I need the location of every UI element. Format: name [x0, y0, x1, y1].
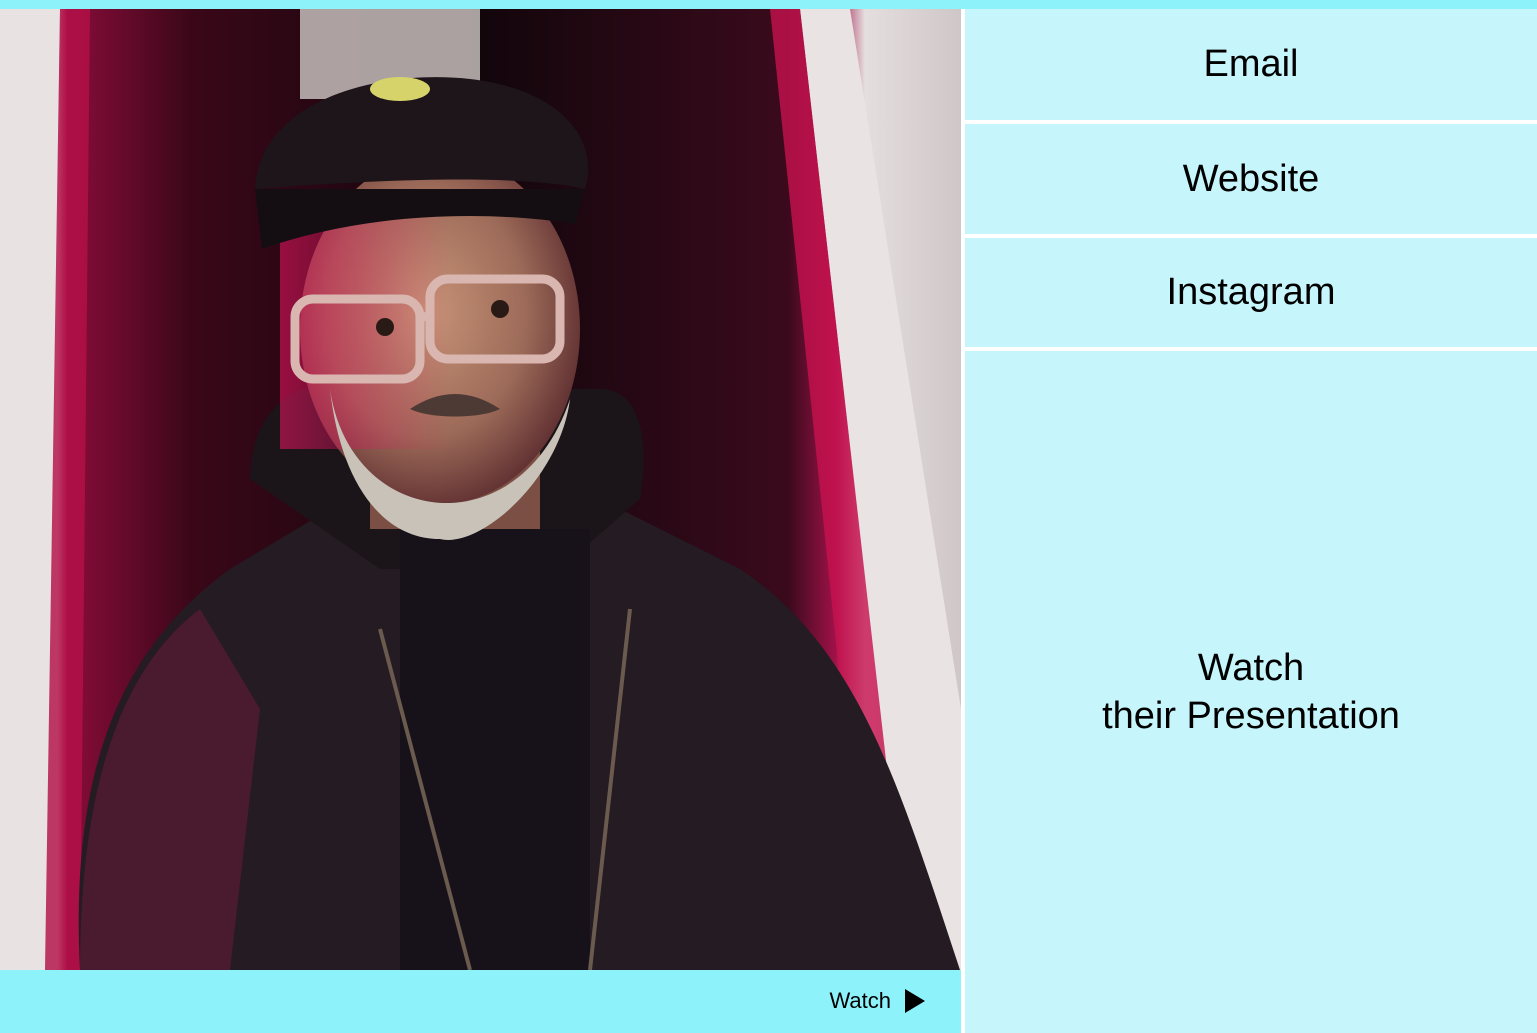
speaker-photo	[0, 9, 961, 970]
watch-presentation-link[interactable]: Watch their Presentation	[965, 351, 1537, 1033]
email-link[interactable]: Email	[965, 9, 1537, 120]
email-label: Email	[1203, 43, 1299, 85]
watch-button[interactable]: Watch	[829, 988, 925, 1014]
instagram-label: Instagram	[1166, 271, 1336, 313]
top-accent-bar	[0, 0, 1537, 9]
watch-label: Watch	[829, 988, 891, 1013]
play-icon	[905, 989, 925, 1013]
instagram-link[interactable]: Instagram	[965, 238, 1537, 347]
website-link[interactable]: Website	[965, 124, 1537, 234]
website-label: Website	[1182, 157, 1320, 200]
presentation-line-1: Watch	[1197, 647, 1305, 689]
contact-links-panel: Email Website Instagram Watch their Pres…	[961, 9, 1537, 1033]
watch-bar: Watch	[0, 970, 961, 1033]
presentation-line-2: their Presentation	[1102, 695, 1400, 737]
